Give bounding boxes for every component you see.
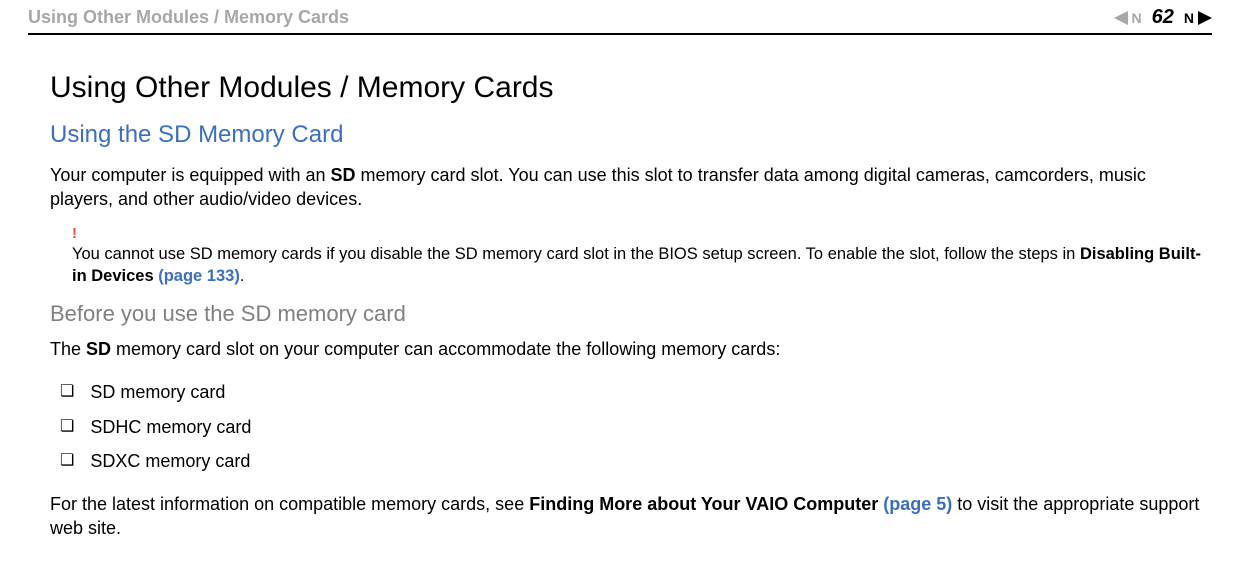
cards-list: ❏ SD memory card ❏ SDHC memory card ❏ SDXC … bbox=[60, 375, 1202, 478]
section-intro: The SD memory card slot on your computer… bbox=[50, 337, 1202, 361]
list-item: ❏ SD memory card bbox=[60, 375, 1202, 409]
section-intro-bold: SD bbox=[86, 339, 111, 359]
page-subtitle: Using the SD Memory Card bbox=[50, 121, 1202, 149]
next-n-label: N bbox=[1184, 10, 1194, 26]
footer-pre: For the latest information on compatible… bbox=[50, 494, 529, 514]
bullet-icon: ❏ bbox=[60, 377, 74, 407]
list-item: ❏ SDXC memory card bbox=[60, 444, 1202, 478]
list-item: ❏ SDHC memory card bbox=[60, 410, 1202, 444]
footer-paragraph: For the latest information on compatible… bbox=[50, 492, 1202, 541]
section-intro-post: memory card slot on your computer can ac… bbox=[111, 339, 780, 359]
intro-bold: SD bbox=[331, 165, 356, 185]
next-page-icon[interactable] bbox=[1198, 11, 1212, 25]
page-content: Using Other Modules / Memory Cards Using… bbox=[28, 35, 1212, 541]
page-header: Using Other Modules / Memory Cards N 62 … bbox=[28, 0, 1212, 35]
list-item-label: SD memory card bbox=[90, 375, 225, 409]
page-title: Using Other Modules / Memory Cards bbox=[50, 71, 1202, 105]
bullet-icon: ❏ bbox=[60, 446, 74, 476]
warning-icon: ! bbox=[72, 226, 1202, 241]
prev-page-icon[interactable] bbox=[1114, 11, 1128, 25]
page-number: 62 bbox=[1152, 6, 1174, 29]
breadcrumb: Using Other Modules / Memory Cards bbox=[28, 7, 349, 28]
intro-paragraph: Your computer is equipped with an SD mem… bbox=[50, 163, 1202, 212]
bullet-icon: ❏ bbox=[60, 412, 74, 442]
prev-n-label: N bbox=[1132, 10, 1142, 26]
warning-text: You cannot use SD memory cards if you di… bbox=[72, 243, 1202, 288]
footer-link-page[interactable]: (page 5) bbox=[883, 494, 952, 514]
page-nav: N 62 N bbox=[1114, 6, 1213, 29]
list-item-label: SDHC memory card bbox=[90, 410, 251, 444]
section-heading: Before you use the SD memory card bbox=[50, 301, 1202, 327]
section-intro-pre: The bbox=[50, 339, 86, 359]
note-pre: You cannot use SD memory cards if you di… bbox=[72, 245, 1080, 263]
note-link-page[interactable]: (page 133) bbox=[158, 267, 240, 285]
intro-pre: Your computer is equipped with an bbox=[50, 165, 331, 185]
list-item-label: SDXC memory card bbox=[90, 444, 250, 478]
footer-link-text[interactable]: Finding More about Your VAIO Computer bbox=[529, 494, 883, 514]
warning-note: ! You cannot use SD memory cards if you … bbox=[72, 226, 1202, 288]
note-post: . bbox=[240, 267, 245, 285]
